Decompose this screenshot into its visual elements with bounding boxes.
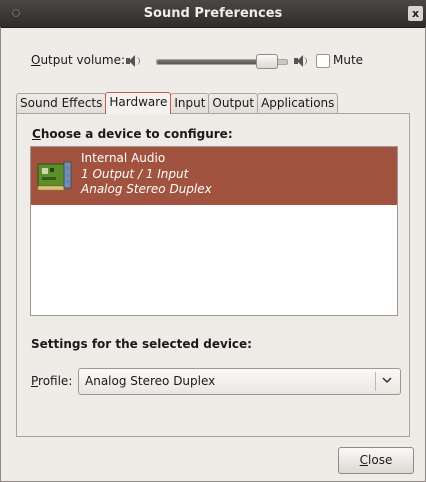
close-button[interactable]: Close [338,447,414,474]
tab-sound-effects[interactable]: Sound Effects [16,93,107,113]
mute-label[interactable]: Mute [333,53,363,67]
profile-label: Profile: [31,374,73,388]
close-icon: x [411,7,420,20]
tab-bar: Sound Effects Hardware Input Output Appl… [16,92,339,114]
mute-checkbox[interactable] [316,54,330,68]
sound-card-icon [37,161,72,191]
volume-high-icon [294,55,308,67]
close-window-button[interactable]: x [408,6,423,21]
choose-device-label: Choose a device to configure: [32,127,233,141]
tab-input[interactable]: Input [170,93,210,113]
device-row-internal-audio[interactable]: Internal Audio 1 Output / 1 Input Analog… [31,147,397,205]
title-bar: Sound Preferences x [0,0,426,28]
volume-slider-thumb[interactable] [256,54,278,69]
volume-slider-fill [157,60,264,64]
profile-select-value: Analog Stereo Duplex [85,374,216,388]
device-io: 1 Output / 1 Input [81,167,189,181]
tab-applications[interactable]: Applications [257,93,339,113]
tab-hardware[interactable]: Hardware [105,92,172,114]
volume-low-icon [126,55,140,67]
profile-select[interactable]: Analog Stereo Duplex [78,368,401,395]
window-title: Sound Preferences [143,6,283,21]
device-list[interactable]: Internal Audio 1 Output / 1 Input Analog… [30,146,398,316]
settings-label: Settings for the selected device: [31,337,252,351]
tab-output[interactable]: Output [208,93,259,113]
chevron-down-icon [382,377,392,384]
device-profile: Analog Stereo Duplex [81,182,212,196]
device-name: Internal Audio [81,151,166,165]
output-volume-label: Output volume: [31,53,126,67]
select-separator [375,372,376,391]
